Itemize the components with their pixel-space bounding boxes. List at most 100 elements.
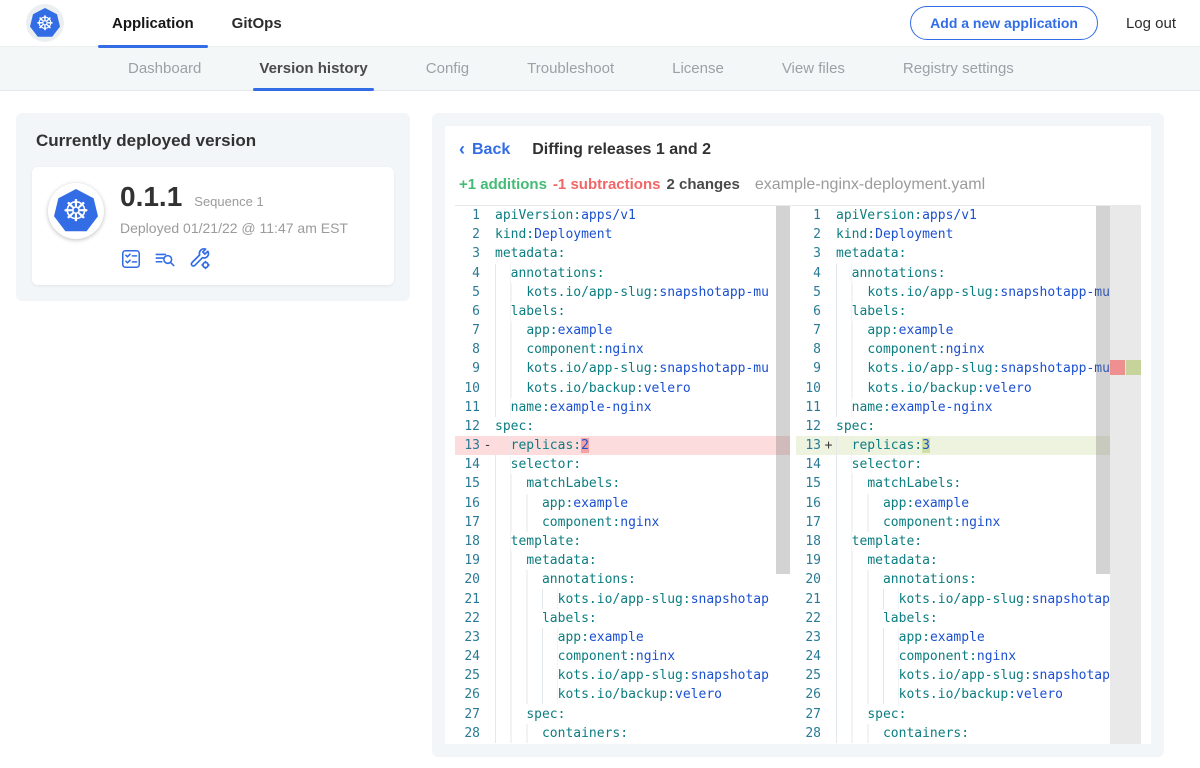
- back-button[interactable]: ‹ Back: [459, 141, 510, 159]
- line-number: 24: [796, 649, 821, 664]
- diff-overview-ruler[interactable]: [1110, 206, 1141, 744]
- wrench-gear-icon[interactable]: [188, 247, 212, 271]
- line-number: 16: [796, 496, 821, 511]
- line-number: 28: [796, 726, 821, 741]
- subnav-item-version-history[interactable]: Version history: [259, 47, 367, 90]
- subnav-item-view-files[interactable]: View files: [782, 47, 845, 90]
- logout-link[interactable]: Log out: [1126, 15, 1176, 32]
- subnav-item-troubleshoot[interactable]: Troubleshoot: [527, 47, 614, 90]
- line-number: 18: [796, 534, 821, 549]
- code-text: containers:: [495, 724, 628, 743]
- line-number: 6: [455, 304, 480, 319]
- line-number: 14: [455, 457, 480, 472]
- version-sequence: Sequence 1: [194, 194, 263, 209]
- code-text: kots.io/app-slug: snapshotapp-mu: [495, 359, 769, 378]
- diff-line: 24component: nginx: [796, 647, 1141, 666]
- diff-line: 11name: example-nginx: [455, 398, 790, 417]
- line-number: 12: [796, 419, 821, 434]
- diff-line: 2kind: Deployment: [796, 225, 1141, 244]
- diff-line: 22labels:: [455, 609, 790, 628]
- tab-application[interactable]: Application: [98, 0, 208, 47]
- line-number: 3: [796, 246, 821, 261]
- diff-line: 15matchLabels:: [796, 474, 1141, 493]
- line-number: 9: [455, 361, 480, 376]
- code-text: app: example: [495, 321, 612, 340]
- diff-filename: example-nginx-deployment.yaml: [755, 176, 985, 194]
- code-text: metadata:: [836, 551, 938, 570]
- line-number: 13: [455, 438, 480, 453]
- kubernetes-logo-icon: ☸: [54, 189, 98, 233]
- line-number: 2: [796, 227, 821, 242]
- line-number: 27: [455, 707, 480, 722]
- code-text: kots.io/app-slug: snapshotap: [836, 589, 1110, 608]
- file-search-icon[interactable]: [153, 248, 177, 270]
- add-application-button[interactable]: Add a new application: [910, 6, 1098, 40]
- diff-line: 9kots.io/app-slug: snapshotapp-mu: [796, 359, 1141, 378]
- line-number: 7: [796, 323, 821, 338]
- code-text: name: example-nginx: [836, 398, 993, 417]
- code-text: template:: [495, 532, 581, 551]
- code-text: labels:: [495, 302, 565, 321]
- line-number: 15: [455, 476, 480, 491]
- code-text: labels:: [836, 302, 906, 321]
- line-number: 9: [796, 361, 821, 376]
- line-number: 8: [796, 342, 821, 357]
- diff-line: 8component: nginx: [796, 340, 1141, 359]
- code-text: kots.io/app-slug: snapshotapp-mu: [836, 283, 1110, 302]
- diff-line: 23 app: example: [796, 628, 1141, 647]
- line-number: 13: [796, 438, 821, 453]
- scrollbar-thumb[interactable]: [1096, 206, 1110, 574]
- diff-line: 25kots.io/app-slug: snapshotap: [796, 666, 1141, 685]
- code-text: labels:: [495, 609, 597, 628]
- diff-line: 22labels:: [796, 609, 1141, 628]
- subnav-item-config[interactable]: Config: [426, 47, 469, 90]
- code-text: spec:: [495, 417, 534, 436]
- diff-line: 25kots.io/app-slug: snapshotap: [455, 666, 790, 685]
- tab-application-label: Application: [112, 15, 194, 32]
- code-text: app: example: [836, 494, 969, 513]
- code-text: matchLabels:: [495, 474, 620, 493]
- diff-line: 21kots.io/app-slug: snapshotap: [455, 589, 790, 608]
- code-text: annotations:: [836, 264, 946, 283]
- checklist-icon[interactable]: [120, 248, 142, 270]
- subnav-item-registry-settings[interactable]: Registry settings: [903, 47, 1014, 90]
- line-number: 4: [796, 266, 821, 281]
- diff-line: 3metadata:: [796, 244, 1141, 263]
- diff-inner: ‹ Back Diffing releases 1 and 2 +1 addit…: [445, 126, 1151, 744]
- deployed-version-inner-card: ☸ 0.1.1 Sequence 1 Deployed 01/21/22 @ 1…: [32, 167, 394, 285]
- line-number: 6: [796, 304, 821, 319]
- line-number: 10: [455, 381, 480, 396]
- line-number: 7: [455, 323, 480, 338]
- line-number: 17: [455, 515, 480, 530]
- line-number: 25: [796, 668, 821, 683]
- tab-gitops[interactable]: GitOps: [218, 0, 296, 47]
- code-text: kots.io/app-slug: snapshotap: [495, 666, 769, 685]
- code-text: app: example: [495, 628, 644, 647]
- code-text: spec:: [495, 704, 565, 723]
- code-text: annotations:: [495, 570, 636, 589]
- line-number: 5: [796, 285, 821, 300]
- line-number: 23: [796, 630, 821, 645]
- diff-line: 19metadata:: [455, 551, 790, 570]
- deployed-version-title: Currently deployed version: [36, 131, 394, 151]
- line-number: 23: [455, 630, 480, 645]
- code-text: kots.io/app-slug: snapshotapp-mu: [495, 283, 769, 302]
- line-number: 11: [796, 400, 821, 415]
- code-text: replicas: 2: [495, 436, 589, 455]
- line-number: 12: [455, 419, 480, 434]
- line-number: 2: [455, 227, 480, 242]
- diff-line: 7app: example: [796, 321, 1141, 340]
- diff-marker: +: [821, 438, 836, 453]
- diff-card: ‹ Back Diffing releases 1 and 2 +1 addit…: [432, 113, 1164, 757]
- line-number: 11: [455, 400, 480, 415]
- code-text: kots.io/backup: velero: [836, 685, 1063, 704]
- subnav-item-dashboard[interactable]: Dashboard: [128, 47, 201, 90]
- subnav-item-license[interactable]: License: [672, 47, 724, 90]
- code-text: kots.io/backup: velero: [836, 379, 1032, 398]
- scrollbar-thumb[interactable]: [776, 206, 790, 574]
- diff-line: 20annotations:: [455, 570, 790, 589]
- top-navbar: ☸ Application GitOps Add a new applicati…: [0, 0, 1200, 47]
- code-text: app: example: [836, 628, 985, 647]
- version-number: 0.1.1: [120, 183, 182, 211]
- line-number: 20: [796, 572, 821, 587]
